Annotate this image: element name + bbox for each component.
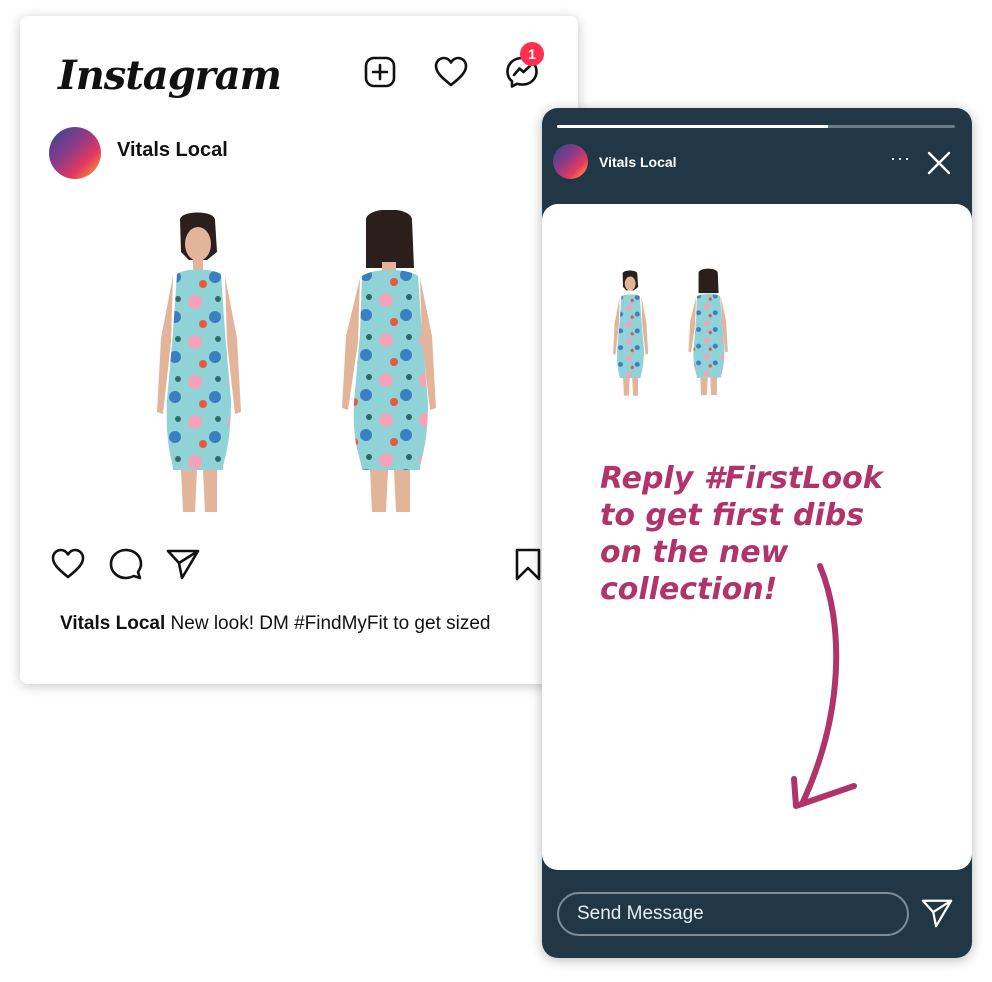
instagram-logo[interactable]: Instagram (58, 52, 282, 99)
story-text-line: to get first dibs (600, 498, 865, 533)
story-dress-front-image (613, 270, 649, 396)
like-icon[interactable] (50, 546, 86, 582)
story-dress-back-image (688, 268, 728, 396)
story-author-name[interactable]: Vitals Local (599, 154, 677, 170)
dress-front-image (157, 212, 241, 512)
story-content-panel: Reply #FirstLook to get first dibs on th… (542, 204, 972, 870)
share-icon[interactable] (165, 546, 201, 582)
send-message-input[interactable] (557, 892, 909, 936)
caption-text: New look! DM #FindMyFit to get sized (165, 613, 491, 634)
story-text-line: Reply #FirstLook (600, 461, 883, 496)
post-avatar[interactable] (49, 127, 101, 179)
close-icon[interactable] (924, 148, 954, 178)
story-viewer: Vitals Local ··· Reply #FirstLook to get… (542, 108, 972, 958)
story-progress-fill (557, 125, 828, 128)
send-icon[interactable] (920, 896, 954, 930)
messenger-badge: 1 (520, 42, 544, 66)
post-author-name[interactable]: Vitals Local (117, 139, 228, 162)
curved-arrow-icon (791, 563, 857, 809)
post-caption: Vitals Local New look! DM #FindMyFit to … (60, 613, 490, 635)
story-progress-bar (557, 125, 955, 128)
more-options-icon[interactable]: ··· (890, 148, 911, 169)
story-avatar[interactable] (553, 144, 588, 179)
caption-username[interactable]: Vitals Local (60, 613, 165, 634)
dress-back-image (342, 210, 436, 512)
heart-icon[interactable] (433, 54, 469, 90)
feed-post-card: Instagram 1 Vitals Local Vitals Local Ne… (20, 16, 578, 684)
comment-icon[interactable] (108, 546, 144, 582)
bookmark-icon[interactable] (510, 546, 546, 582)
add-post-icon[interactable] (362, 54, 398, 90)
